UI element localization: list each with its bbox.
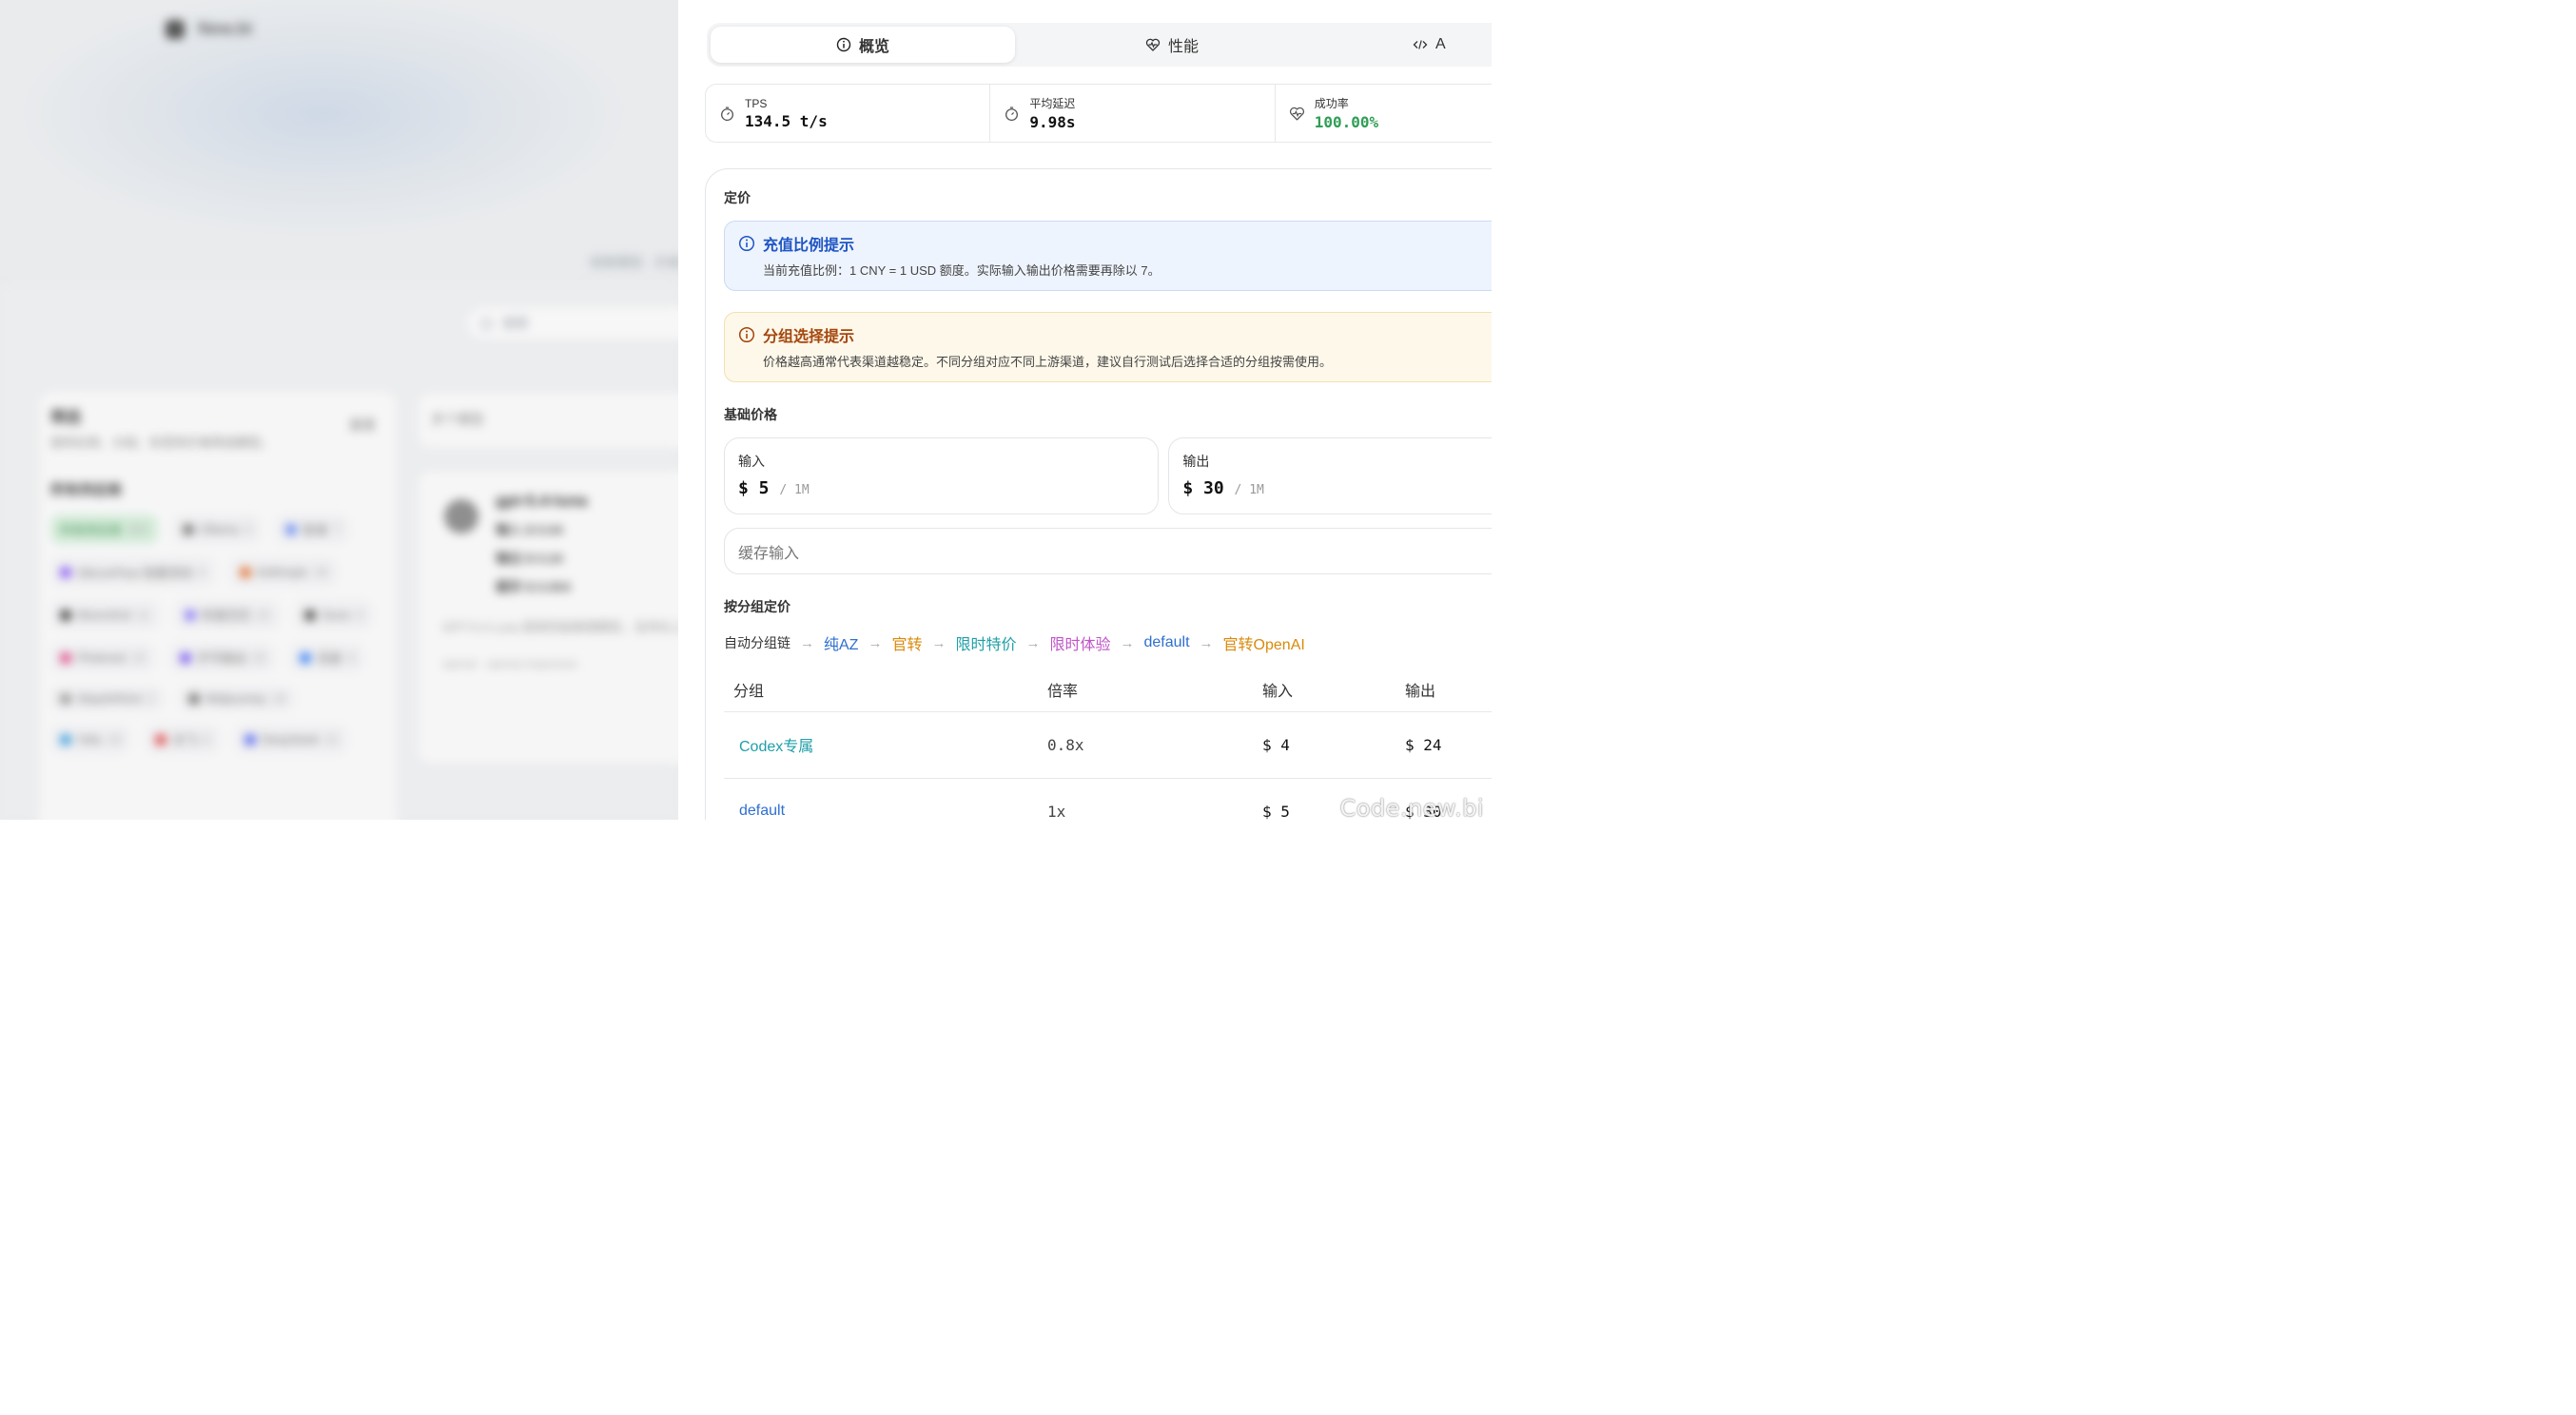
timer-icon: [1005, 106, 1019, 121]
arrow-right-icon: →: [931, 634, 946, 651]
input-price-card: 输入 $ 5 / 1M: [724, 437, 1160, 514]
vendor-chip[interactable]: 讯飞 6: [146, 725, 220, 754]
heart-pulse-icon: [1289, 107, 1304, 121]
logo-icon: [166, 19, 185, 39]
arrow-right-icon: →: [1120, 634, 1135, 651]
stat-tps: TPS 134.5 t/s: [706, 85, 991, 142]
info-circle-icon: [738, 235, 755, 252]
chain-group: 限时体验: [1049, 637, 1111, 653]
vendor-logo-icon: [60, 566, 71, 578]
vendor-chip[interactable]: Anthropic 36: [229, 557, 338, 587]
arrow-right-icon: →: [1199, 634, 1214, 651]
vendor-logo-icon: [244, 733, 256, 746]
vendor-chip[interactable]: Vidu 19: [50, 725, 131, 754]
vendor-logo-icon: [184, 609, 196, 621]
tab-api[interactable]: A: [1329, 27, 1492, 63]
chain-group: 纯AZ: [824, 637, 859, 653]
reset-button[interactable]: 重置: [349, 416, 376, 435]
pricing-title: 定价: [724, 190, 751, 205]
chain-group: 官转OpenAI: [1222, 637, 1305, 653]
vendor-chip[interactable]: Moonshot 11: [50, 600, 160, 630]
column-header: 输出: [1405, 668, 1492, 712]
site-logo: New.bi: [166, 19, 252, 39]
vendor-chip[interactable]: Ollama 3: [172, 514, 262, 544]
info-circle-icon: [738, 326, 755, 343]
chain-group: 官转: [891, 637, 923, 653]
vendor-chip[interactable]: SiliconFlow 硅基流动 4: [50, 557, 215, 587]
vendor-chip[interactable]: Pinterest 15: [50, 643, 155, 672]
search-input[interactable]: 搜索: [466, 306, 678, 340]
model-avatar: [444, 499, 478, 533]
vendor-chip[interactable]: 字节跳动 23: [169, 643, 276, 672]
group-rate: 1x: [1047, 778, 1262, 820]
vendor-logo-icon: [239, 566, 251, 578]
tab-performance[interactable]: 性能: [1015, 27, 1329, 63]
output-price-card: 输出 $ 30 / 1M: [1168, 437, 1492, 514]
stat-avg-latency: 平均延迟 9.98s: [990, 85, 1276, 142]
performance-stats: TPS 134.5 t/s 平均延迟 9.98s 成功率 100.00%: [705, 84, 1492, 143]
timer-icon: [721, 106, 733, 121]
tab-overview[interactable]: 概览: [711, 27, 1015, 63]
vendor-logo-icon: [155, 733, 167, 746]
arrow-right-icon: →: [1025, 634, 1041, 651]
cache-input-price-card: 缓存输入: [724, 528, 1492, 574]
vendor-logo-icon: [182, 523, 194, 535]
column-header: 分组: [724, 668, 1047, 712]
pricing-panel: 定价 充值比例提示 当前充值比例：1 CNY = 1 USD 额度。实际输入输出…: [705, 168, 1492, 820]
vendor-chip-list: 所有供应商 364 Ollama 3 智谱 7 SiliconFlow 硅基流动 4 Anthr…: [50, 514, 385, 754]
vendor-logo-icon: [60, 651, 71, 664]
group-name: default: [724, 778, 1047, 820]
base-price-title: 基础价格: [724, 407, 777, 422]
model-detail-drawer: 概览 性能 A TPS 134.5 t/s 平均延迟 9.98s 成功率 100…: [678, 0, 1492, 820]
chain-group: default: [1143, 634, 1190, 650]
group-input-price: $ 4: [1262, 711, 1405, 779]
vendor-logo-icon: [60, 733, 71, 746]
recharge-ratio-alert: 充值比例提示 当前充值比例：1 CNY = 1 USD 额度。实际输入输出价格需…: [724, 221, 1492, 291]
background-page: New.bi 探索模型 · 价格 · 性能 搜索 筛选 按供应商、分组、标签和价…: [0, 0, 678, 820]
table-header-row: 分组 倍率 输入 输出: [724, 668, 1492, 712]
vendor-chip[interactable]: DeepSeek 21: [234, 725, 348, 754]
arrow-right-icon: →: [800, 634, 814, 651]
group-rate: 0.8x: [1047, 711, 1262, 779]
group-output-price: $ 24: [1405, 711, 1492, 779]
arrow-right-icon: →: [868, 634, 883, 651]
vendor-logo-icon: [179, 651, 191, 664]
vendor-logo-icon: [304, 609, 317, 621]
group-pricing-title: 按分组定价: [724, 599, 790, 614]
group-selection-alert: 分组选择提示 价格越高通常代表渠道越稳定。不同分组对应不同上游渠道，建议自行测试…: [724, 312, 1492, 382]
watermark: Code.new.bi: [1339, 795, 1484, 820]
model-card[interactable]: gpt-5.4-luna 输入 $ 0.04 输出 $ 0.24 缓存 $ 0.…: [417, 470, 678, 765]
stat-success-rate: 成功率 100.00%: [1276, 85, 1492, 142]
table-row: Codex专属 0.8x $ 4 $ 24: [724, 711, 1492, 779]
model-list-header: 多个模型: [417, 392, 678, 449]
chain-group: 限时特价: [955, 637, 1017, 653]
heart-pulse-icon: [1145, 38, 1161, 51]
code-icon: [1413, 40, 1428, 49]
group-name: Codex专属: [724, 711, 1047, 779]
column-header: 倍率: [1047, 668, 1262, 712]
vendor-chip[interactable]: Midjourney 18: [179, 686, 296, 711]
vendor-chip[interactable]: 百度 6: [290, 643, 364, 672]
filter-panel: 筛选 按供应商、分组、标签和价格筛选模型。 重置 所有供应商 所有供应商 364 O…: [38, 390, 398, 820]
vendor-chip[interactable]: 所有供应商 364: [50, 514, 158, 544]
vendor-chip[interactable]: 阿里巴巴 22: [174, 600, 281, 630]
search-icon: [480, 317, 493, 330]
hero-subtitle: 探索模型 · 价格 · 性能: [590, 255, 678, 270]
vendor-logo-icon: [300, 651, 312, 664]
vendor-chip[interactable]: 智谱 7: [276, 514, 350, 544]
vendor-logo-icon: [285, 523, 298, 535]
vendor-logo-icon: [188, 692, 201, 705]
vendor-chip[interactable]: Suno 3: [295, 600, 373, 630]
info-circle-icon: [836, 37, 851, 52]
vendor-chip[interactable]: StepAI/Kimi 2: [50, 686, 165, 711]
vendor-logo-icon: [60, 609, 71, 621]
auto-group-chain: 自动分组链 → 纯AZ → 官转 → 限时特价 → 限时体验 → default…: [724, 631, 1492, 654]
detail-tabs: 概览 性能 A: [707, 23, 1492, 67]
column-header: 输入: [1262, 668, 1405, 712]
vendor-logo-icon: [60, 692, 71, 705]
